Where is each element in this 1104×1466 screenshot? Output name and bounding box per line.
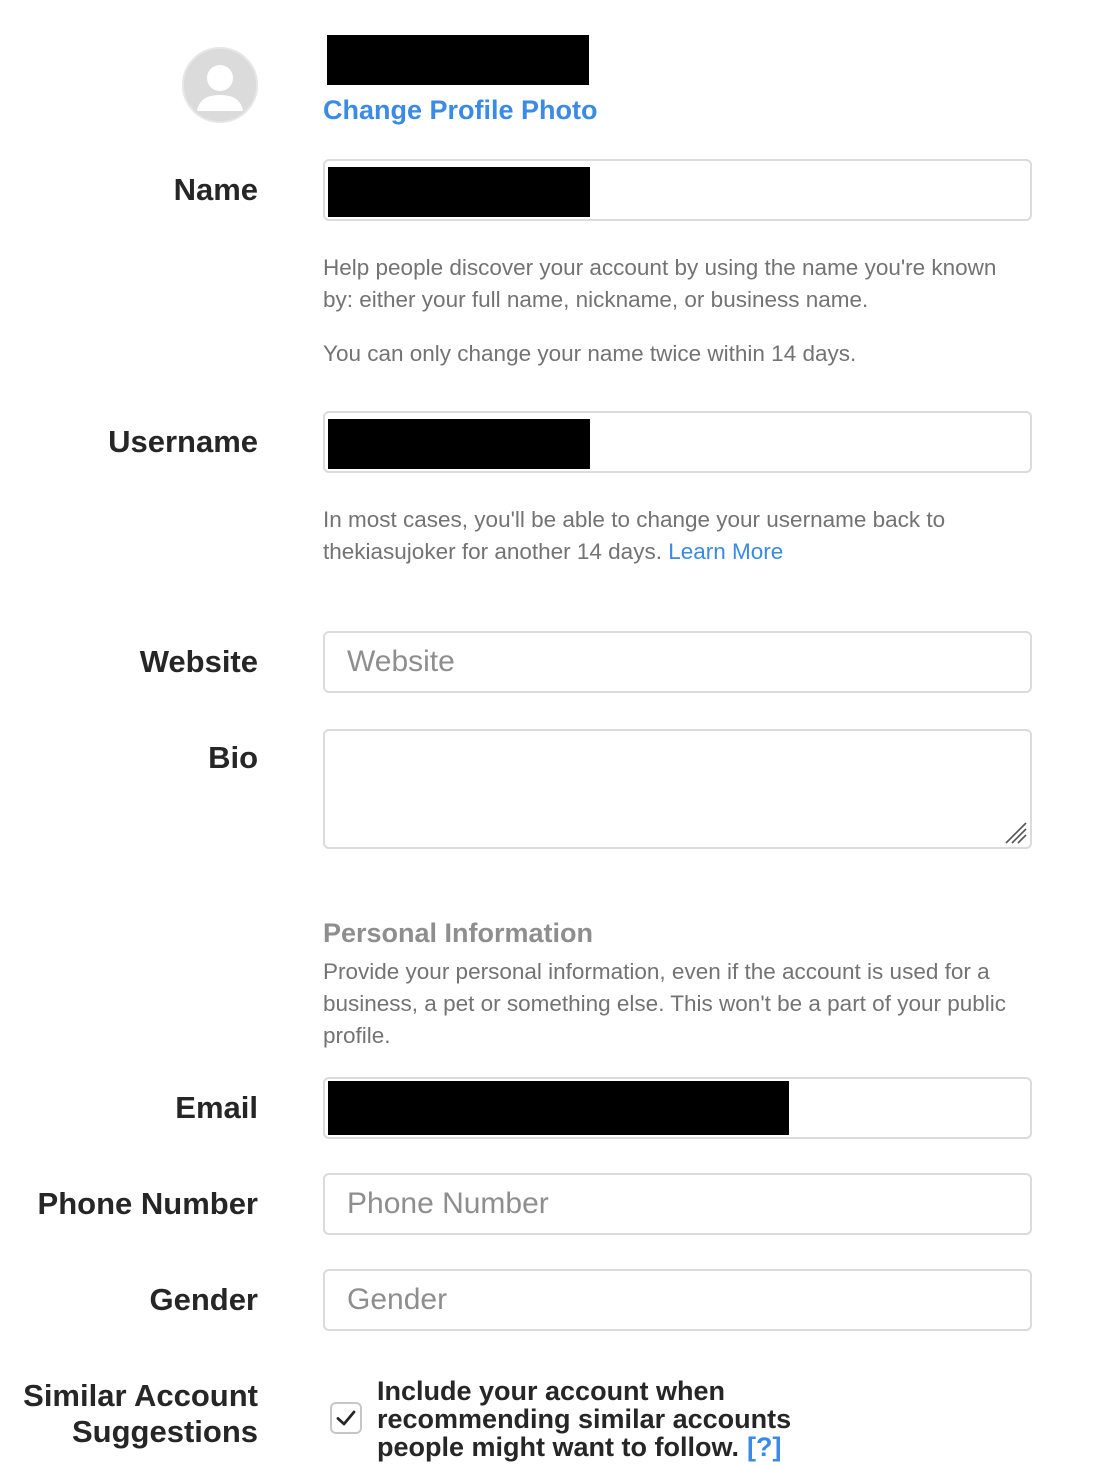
name-change-limit-text: You can only change your name twice with…	[323, 341, 857, 366]
website-label: Website	[139, 644, 258, 679]
personal-information-description: Provide your personal information, even …	[323, 959, 1007, 1048]
name-help-text: Help people discover your account by usi…	[323, 255, 997, 312]
similar-account-label-line-1: Similar Account	[23, 1378, 258, 1413]
similar-accounts-checkbox[interactable]	[330, 1402, 362, 1434]
phone-number-input[interactable]	[325, 1175, 1030, 1233]
similar-account-suggestions-label: Similar Account Suggestions	[23, 1378, 258, 1450]
email-label: Email	[175, 1090, 258, 1125]
email-field[interactable]	[323, 1077, 1032, 1139]
resize-handle-icon[interactable]	[1002, 819, 1028, 845]
learn-more-link[interactable]: Learn More	[668, 539, 783, 564]
bio-field[interactable]	[323, 729, 1032, 849]
website-input[interactable]	[325, 633, 1030, 691]
gender-input[interactable]	[325, 1271, 1030, 1329]
similar-accounts-help-link[interactable]: [?]	[747, 1432, 781, 1462]
gender-field[interactable]	[323, 1269, 1032, 1331]
similar-accounts-description: Include your account when recommending s…	[377, 1377, 837, 1461]
avatar[interactable]	[182, 47, 258, 123]
phone-number-label: Phone Number	[37, 1186, 258, 1221]
similar-accounts-text: Include your account when recommending s…	[377, 1376, 792, 1462]
username-help-body: In most cases, you'll be able to change …	[323, 507, 946, 564]
redacted-username-value	[328, 419, 590, 469]
gender-label: Gender	[149, 1282, 258, 1317]
name-field[interactable]	[323, 159, 1032, 221]
change-profile-photo-link[interactable]: Change Profile Photo	[323, 93, 598, 127]
username-label: Username	[108, 424, 258, 459]
name-label: Name	[173, 172, 258, 207]
similar-account-label-line-2: Suggestions	[71, 1414, 258, 1449]
default-avatar-icon	[184, 49, 256, 121]
redacted-name-value	[328, 167, 590, 217]
bio-label: Bio	[208, 740, 258, 775]
redacted-account-name	[327, 35, 589, 85]
redacted-email-value	[328, 1081, 789, 1135]
website-field[interactable]	[323, 631, 1032, 693]
username-field[interactable]	[323, 411, 1032, 473]
username-help-text: In most cases, you'll be able to change …	[323, 504, 1033, 568]
bio-textarea[interactable]	[325, 731, 1030, 847]
phone-number-field[interactable]	[323, 1173, 1032, 1235]
checkmark-icon	[336, 1410, 356, 1426]
personal-information-heading: Personal Information	[323, 918, 594, 948]
